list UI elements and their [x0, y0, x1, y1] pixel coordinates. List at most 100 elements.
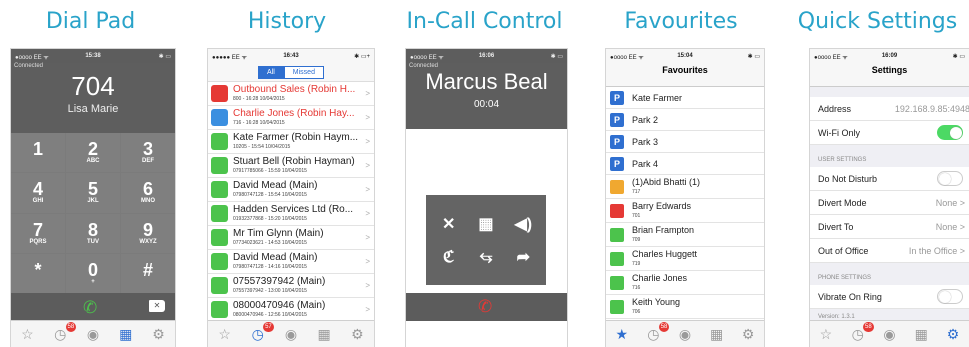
status-bar: ●oooo EE ᯤ 15:04 ✱ ▭ [606, 49, 764, 63]
tab-keypad-icon[interactable]: ▦ [911, 324, 931, 344]
dnd-row: Do Not Disturb [810, 167, 969, 191]
tab-keypad-icon[interactable]: ▦ [314, 324, 334, 344]
conference-icon[interactable]: ℭ [443, 247, 454, 267]
dial-display: Connected 704 Lisa Marie [11, 63, 175, 133]
tab-history-clock-icon[interactable]: ◷ 58 [50, 322, 77, 344]
out-of-office-row[interactable]: Out of Office In the Office > [810, 239, 969, 263]
favourite-row[interactable]: P Park 2 [606, 109, 764, 131]
backspace-button[interactable]: ✕ [149, 300, 165, 312]
key-9[interactable]: 9 WXYZ [121, 213, 175, 253]
filter-all-button[interactable]: All [258, 65, 284, 79]
mute-icon[interactable]: ✕ [442, 214, 455, 234]
filter-missed-button[interactable]: Missed [283, 65, 324, 79]
chevron-right-icon: > [365, 137, 370, 146]
favourite-row[interactable]: Charlie Jones 716 [606, 271, 764, 295]
key-3[interactable]: 3 DEF [121, 133, 175, 173]
park-icon: P [610, 135, 624, 149]
tab-settings-gear-icon[interactable]: ⚙ [149, 324, 169, 344]
tab-contacts-icon[interactable]: ◉ [675, 324, 695, 344]
favourite-row[interactable]: P Kate Farmer [606, 87, 764, 109]
history-row[interactable]: 08000470946 (Main) 08000470946 - 12:56 10… [208, 298, 374, 322]
divert-mode-row[interactable]: Divert Mode None > [810, 191, 969, 215]
tab-favourites-star-icon[interactable]: ☆ [17, 324, 37, 344]
key-7[interactable]: 7 PQRS [11, 213, 65, 253]
favourite-extension: 709 [632, 237, 641, 243]
connected-label: Connected [14, 63, 44, 69]
wifi-only-toggle[interactable] [937, 125, 963, 140]
call-type-icon [211, 253, 228, 270]
favourite-extension: 701 [632, 213, 641, 219]
key-4[interactable]: 4 GHI [11, 173, 65, 213]
speaker-icon[interactable]: ◀) [515, 214, 533, 234]
transfer-icon[interactable]: ➦ [517, 247, 530, 267]
history-row[interactable]: 07557397942 (Main) 07557397942 - 13:00 10… [208, 274, 374, 298]
tab-contacts-icon[interactable]: ◉ [879, 324, 899, 344]
tab-contacts-icon[interactable]: ◉ [83, 324, 103, 344]
tab-favourites-star-icon[interactable]: ★ [612, 324, 632, 344]
key-hash[interactable]: # [121, 253, 175, 293]
favourite-name: Charlie Jones [632, 273, 688, 283]
favourite-row[interactable]: P Park 3 [606, 131, 764, 153]
history-title: Kate Farmer (Robin Haym... [233, 132, 359, 143]
tab-settings-gear-icon[interactable]: ⚙ [943, 324, 963, 344]
dnd-toggle[interactable] [937, 171, 963, 186]
status-bar: ●oooo EE ᯤ 16:06 ✱ ▭ [406, 49, 567, 63]
key-6[interactable]: 6 MNO [121, 173, 175, 213]
key-0[interactable]: 0 + [66, 253, 120, 293]
key-5[interactable]: 5 JKL [66, 173, 120, 213]
tab-contacts-icon[interactable]: ◉ [281, 324, 301, 344]
favourite-row[interactable]: Keith Young 706 [606, 295, 764, 319]
phone-icon [610, 300, 624, 314]
divert-to-row[interactable]: Divert To None > [810, 215, 969, 239]
call-header: Connected Marcus Beal 00:04 [406, 63, 567, 129]
favourite-row[interactable]: Barry Edwards 701 [606, 199, 764, 223]
key-1[interactable]: 1 [11, 133, 65, 173]
history-subtitle: 01932377868 - 15:20 10/04/2015 [233, 216, 307, 222]
tab-settings-gear-icon[interactable]: ⚙ [738, 324, 758, 344]
history-subtitle: 07980747128 - 14:16 10/04/2015 [233, 264, 307, 270]
history-row[interactable]: Stuart Bell (Robin Hayman) 07917785066 - … [208, 154, 374, 178]
key-2[interactable]: 2 ABC [66, 133, 120, 173]
tab-history-clock-icon[interactable]: ◷ 58 [643, 322, 670, 344]
favourite-row[interactable]: (1)Abid Bhatti (1) 717 [606, 175, 764, 199]
favourite-row[interactable]: P Park 4 [606, 153, 764, 175]
history-row[interactable]: Kate Farmer (Robin Haym... 10205 - 15:54 … [208, 130, 374, 154]
history-row[interactable]: Hadden Services Ltd (Ro... 01932377868 - … [208, 202, 374, 226]
tab-keypad-icon[interactable]: ▦ [707, 324, 727, 344]
history-title: Charlie Jones (Robin Hay... [233, 108, 355, 119]
tab-favourites-star-icon[interactable]: ☆ [215, 324, 235, 344]
tab-history-clock-icon[interactable]: ◷ 58 [848, 322, 874, 344]
favourite-row[interactable]: Charles Huggett 719 [606, 247, 764, 271]
vibrate-toggle[interactable] [937, 289, 963, 304]
history-row[interactable]: Charlie Jones (Robin Hay... 716 - 16:28 1… [208, 106, 374, 130]
tab-keypad-icon[interactable]: ▦ [116, 324, 136, 344]
call-type-icon [211, 85, 228, 102]
keypad-icon[interactable]: ▦ [478, 214, 493, 234]
park-icon: P [610, 91, 624, 105]
panel-title: In-Call Control [406, 9, 563, 34]
tab-history-clock-icon[interactable]: ◷ 57 [248, 322, 274, 344]
tab-settings-gear-icon[interactable]: ⚙ [347, 324, 367, 344]
history-row[interactable]: Mr Tim Glynn (Main) 07734023621 - 14:53 1… [208, 226, 374, 250]
favourite-row[interactable]: Brian Frampton 709 [606, 223, 764, 247]
favourite-name: (1)Abid Bhatti (1) [632, 177, 701, 187]
history-subtitle: 800 - 16:28 10/04/2015 [233, 96, 285, 102]
history-subtitle: 07980747128 - 15:54 10/04/2015 [233, 192, 307, 198]
missed-badge: 58 [863, 322, 874, 332]
missed-badge: 57 [263, 322, 274, 332]
key-star[interactable]: * [11, 253, 65, 293]
end-call-button[interactable]: ✆ [478, 297, 492, 317]
call-button[interactable]: ✆ [83, 298, 97, 318]
tab-favourites-star-icon[interactable]: ☆ [816, 324, 836, 344]
key-8[interactable]: 8 TUV [66, 213, 120, 253]
dialed-number: 704 [71, 71, 115, 101]
history-row[interactable]: David Mead (Main) 07980747128 - 14:16 10/… [208, 250, 374, 274]
call-type-icon [211, 277, 228, 294]
park-icon: P [610, 157, 624, 171]
hold-icon[interactable]: ⥃ [480, 248, 493, 266]
history-row[interactable]: Outbound Sales (Robin H... 800 - 16:28 10… [208, 82, 374, 106]
status-bar: ●oooo EE ᯤ 15:38 ✱ ▭ [11, 49, 175, 63]
address-row[interactable]: Address 192.168.9.85:49487 [810, 97, 969, 121]
history-row[interactable]: David Mead (Main) 07980747128 - 15:54 10/… [208, 178, 374, 202]
call-type-icon [211, 229, 228, 246]
